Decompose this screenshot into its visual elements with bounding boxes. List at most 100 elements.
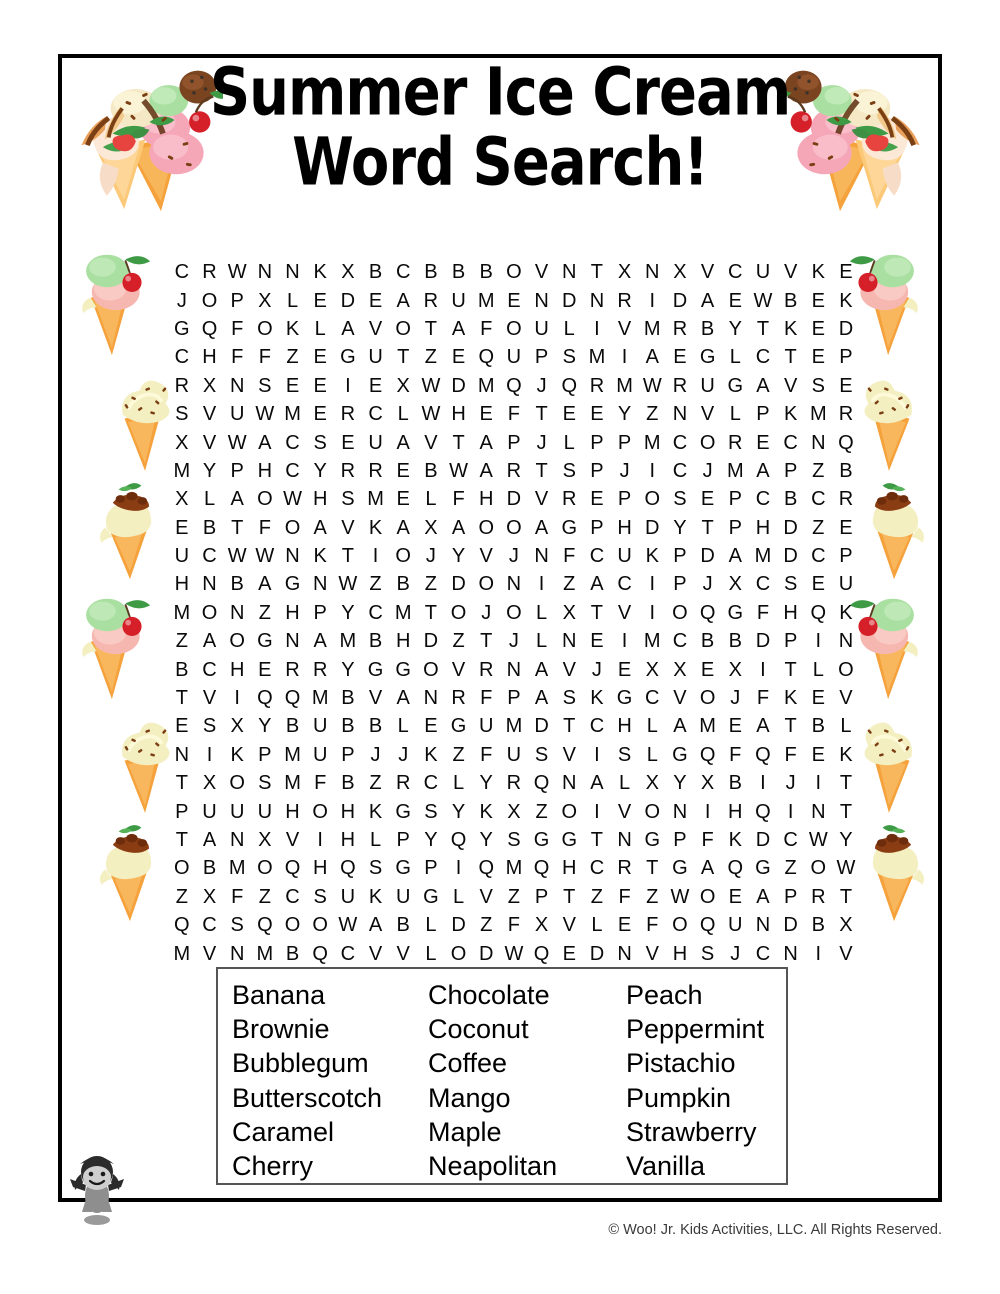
grid-letter: S (258, 374, 272, 397)
grid-letter: S (562, 346, 576, 369)
grid-letter: N (257, 261, 273, 284)
grid-letter: B (230, 573, 244, 596)
grid-letter: O (506, 317, 522, 340)
grid-letter: N (423, 687, 439, 710)
grid-letter: C (285, 885, 300, 908)
grid-letter: I (455, 857, 462, 880)
grid-letter: B (451, 261, 466, 284)
grid-letter: C (202, 658, 217, 681)
page-title: Summer Ice Cream Word Search! (0, 59, 1000, 195)
grid-letter: S (230, 914, 244, 937)
grid-letter: E (756, 431, 770, 454)
grid-letter: M (505, 857, 523, 880)
grid-letter: W (504, 942, 524, 965)
grid-letter: L (646, 715, 658, 738)
word-list-item[interactable]: Banana (232, 978, 428, 1012)
grid-letter: M (367, 488, 384, 511)
grid-letter: Z (369, 772, 382, 795)
grid-letter: U (534, 317, 549, 340)
grid-letter: I (234, 687, 240, 710)
grid-letter: A (396, 431, 410, 454)
grid-row: SVUWMERCLWHEFTEEYZNVLPKMR (168, 400, 853, 428)
word-list-item[interactable]: Caramel (232, 1115, 428, 1149)
grid-letter: V (424, 431, 438, 454)
chocolate-topped-cone-icon (86, 820, 172, 923)
grid-letter: B (285, 942, 300, 965)
grid-letter: N (285, 630, 300, 653)
grid-letter: P (673, 573, 687, 596)
grid-letter: Z (480, 914, 493, 937)
word-list-item[interactable]: Maple (428, 1115, 626, 1149)
grid-letter: A (396, 516, 410, 539)
grid-letter: P (534, 346, 549, 369)
grid-letter: F (701, 829, 714, 851)
grid-letter: U (451, 289, 466, 312)
word-list-item[interactable]: Coconut (428, 1012, 626, 1046)
grid-letter: C (755, 488, 771, 511)
grid-letter: C (423, 772, 439, 795)
word-list-item[interactable]: Pistachio (626, 1046, 796, 1080)
grid-letter: V (617, 800, 632, 823)
grid-letter: F (618, 885, 631, 908)
grid-letter: T (839, 800, 853, 823)
word-list-item[interactable]: Brownie (232, 1012, 428, 1046)
cherry-double-scoop-cone-icon (62, 592, 158, 702)
grid-letter: E (313, 403, 327, 426)
grid-letter: G (257, 630, 273, 653)
grid-letter: Z (424, 573, 437, 596)
grid-letter: P (839, 346, 853, 369)
grid-letter: C (672, 459, 688, 482)
grid-letter: B (811, 914, 825, 937)
grid-letter: V (839, 942, 853, 965)
grid-letter: C (672, 630, 688, 653)
grid-letter: K (783, 317, 798, 340)
grid-letter: A (645, 346, 659, 369)
grid-letter: C (783, 431, 798, 454)
word-list-item[interactable]: Strawberry (626, 1115, 796, 1149)
grid-letter: A (230, 488, 244, 511)
grid-letter: S (424, 800, 438, 823)
grid-letter: H (257, 459, 273, 482)
grid-letter: O (561, 800, 578, 823)
grid-letter: M (256, 942, 274, 965)
grid-letter: E (396, 459, 410, 482)
grid-letter: J (730, 687, 741, 710)
grid-letter: B (811, 715, 825, 738)
grid-letter: Z (175, 885, 188, 908)
word-list-item[interactable]: Cherry (232, 1149, 428, 1183)
grid-letter: O (672, 914, 688, 937)
grid-letter: E (617, 658, 632, 681)
word-list-item[interactable]: Peach (626, 978, 796, 1012)
grid-letter: G (174, 317, 190, 340)
grid-letter: H (395, 630, 411, 653)
word-list-item[interactable]: Peppermint (626, 1012, 796, 1046)
grid-letter: Q (478, 857, 494, 880)
grid-letter: D (838, 317, 854, 340)
word-list-item[interactable]: Vanilla (626, 1149, 796, 1183)
word-list-item[interactable]: Neapolitan (428, 1149, 626, 1183)
grid-letter: G (533, 829, 550, 851)
grid-letter: O (506, 261, 522, 284)
word-list-box: Banana Brownie Bubblegum Butterscotch Carame… (216, 967, 788, 1185)
word-list-item[interactable]: Coffee (428, 1046, 626, 1080)
grid-letter: G (727, 374, 744, 397)
grid-letter: P (783, 885, 798, 908)
grid-letter: L (425, 914, 437, 937)
grid-letter: A (451, 317, 466, 340)
grid-letter: I (345, 374, 351, 397)
grid-row: TVIQQMBVANRFPASKGCVOJFKEV (168, 684, 853, 712)
grid-letter: E (839, 516, 853, 539)
grid-letter: V (202, 431, 217, 454)
grid-letter: W (836, 857, 856, 880)
grid-letter: E (728, 885, 742, 908)
grid-letter: E (617, 914, 632, 937)
word-list-item[interactable]: Pumpkin (626, 1081, 796, 1115)
word-list-item[interactable]: Bubblegum (232, 1046, 428, 1080)
word-list-item[interactable]: Chocolate (428, 978, 626, 1012)
grid-letter: R (506, 459, 522, 482)
grid-letter: H (340, 800, 356, 823)
word-list-item[interactable]: Mango (428, 1081, 626, 1115)
grid-letter: R (811, 885, 826, 908)
grid-letter: Q (257, 914, 273, 937)
word-list-item[interactable]: Butterscotch (232, 1081, 428, 1115)
